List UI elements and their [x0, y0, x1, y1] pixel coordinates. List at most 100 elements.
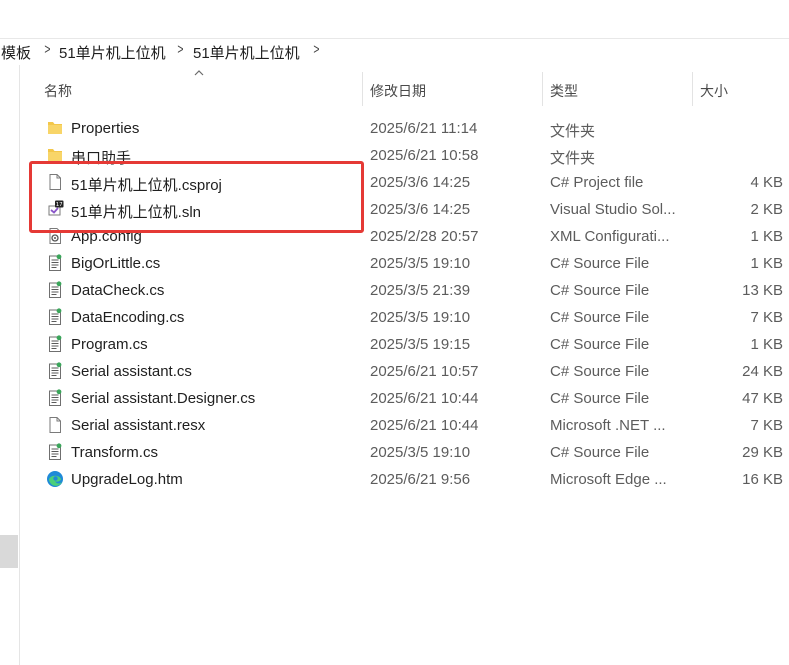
file-type: Visual Studio Sol...: [550, 201, 676, 218]
folder-icon: [46, 119, 64, 137]
file-type: C# Source File: [550, 363, 650, 380]
file-type: C# Source File: [550, 390, 650, 407]
column-divider[interactable]: [542, 72, 543, 106]
file-row[interactable]: UpgradeLog.htm 2025/6/21 9:56 Microsoft Ed…: [38, 466, 789, 493]
resx-file-icon: [46, 416, 64, 434]
file-modified-date: 2025/6/21 10:44: [370, 390, 479, 407]
file-size: 2 KB: [750, 201, 783, 218]
file-size: 1 KB: [750, 228, 783, 245]
csharp-file-icon: [46, 308, 64, 326]
file-row[interactable]: Transform.cs 2025/3/5 19:10 C# Source File…: [38, 439, 789, 466]
navigation-pane-selected-item[interactable]: [0, 535, 18, 568]
file-row[interactable]: 17 51单片机上位机.sln 2025/3/6 14:25 Visual Studi…: [38, 196, 789, 223]
file-name: DataEncoding.cs: [71, 309, 185, 326]
column-header-type[interactable]: 类型: [550, 81, 578, 101]
blank-file-icon: [46, 173, 64, 191]
file-name: 串口助手: [71, 150, 132, 167]
file-size: 13 KB: [742, 282, 783, 299]
file-modified-date: 2025/3/5 19:10: [370, 309, 471, 326]
window-top-area: [0, 0, 789, 38]
csharp-file-icon: [46, 335, 64, 353]
file-type: C# Source File: [550, 255, 650, 272]
file-name: Properties: [71, 120, 140, 137]
folder-icon: [46, 146, 64, 164]
file-row[interactable]: Serial assistant.resx 2025/6/21 10:44 Micr…: [38, 412, 789, 439]
edge-icon: [46, 470, 64, 488]
file-modified-date: 2025/6/21 9:56: [370, 471, 471, 488]
file-name: 51单片机上位机.sln: [71, 204, 202, 221]
file-row[interactable]: Serial assistant.Designer.cs 2025/6/21 10…: [38, 385, 789, 412]
file-size: 24 KB: [742, 363, 783, 380]
file-type: C# Source File: [550, 336, 650, 353]
file-modified-date: 2025/3/6 14:25: [370, 201, 471, 218]
breadcrumb-item[interactable]: 51单片机上位机: [59, 42, 166, 63]
csharp-file-icon: [46, 254, 64, 272]
file-name: Transform.cs: [71, 444, 158, 461]
file-type: 文件夹: [550, 123, 596, 140]
svg-text:17: 17: [56, 202, 63, 208]
file-type: C# Source File: [550, 444, 650, 461]
chevron-right-icon[interactable]: >: [177, 41, 183, 58]
chevron-right-icon[interactable]: >: [44, 41, 50, 58]
file-row[interactable]: DataCheck.cs 2025/3/5 21:39 C# Source File…: [38, 277, 789, 304]
file-row[interactable]: Serial assistant.cs 2025/6/21 10:57 C# Sou…: [38, 358, 789, 385]
file-size: 4 KB: [750, 174, 783, 191]
file-row[interactable]: BigOrLittle.cs 2025/3/5 19:10 C# Source Fi…: [38, 250, 789, 277]
file-row[interactable]: DataEncoding.cs 2025/3/5 19:10 C# Source F…: [38, 304, 789, 331]
file-size: 29 KB: [742, 444, 783, 461]
column-header-name[interactable]: 名称: [44, 81, 72, 101]
file-row[interactable]: Properties 2025/6/21 11:14 文件夹: [38, 115, 789, 142]
csharp-file-icon: [46, 389, 64, 407]
file-modified-date: 2025/6/21 10:57: [370, 363, 479, 380]
file-type: Microsoft Edge ...: [550, 471, 667, 488]
file-name: Program.cs: [71, 336, 148, 353]
file-name: DataCheck.cs: [71, 282, 165, 299]
file-name: BigOrLittle.cs: [71, 255, 161, 272]
file-name: Serial assistant.Designer.cs: [71, 390, 256, 407]
file-size: 47 KB: [742, 390, 783, 407]
file-row[interactable]: 51单片机上位机.csproj 2025/3/6 14:25 C# Project …: [38, 169, 789, 196]
file-row[interactable]: Program.cs 2025/3/5 19:15 C# Source File 1 …: [38, 331, 789, 358]
column-divider[interactable]: [362, 72, 363, 106]
navigation-pane[interactable]: [0, 65, 20, 665]
breadcrumb: 模板 > 51单片机上位机 > 51单片机上位机 >: [0, 38, 789, 65]
breadcrumb-item[interactable]: 51单片机上位机: [193, 42, 300, 63]
sort-ascending-icon: [194, 70, 204, 76]
file-name: App.config: [71, 228, 142, 245]
file-name: 51单片机上位机.csproj: [71, 177, 222, 194]
file-modified-date: 2025/3/5 19:10: [370, 255, 471, 272]
file-name: Serial assistant.resx: [71, 417, 206, 434]
file-modified-date: 2025/6/21 10:58: [370, 147, 479, 164]
file-type: C# Source File: [550, 309, 650, 326]
file-type: 文件夹: [550, 150, 596, 167]
column-header-date[interactable]: 修改日期: [370, 81, 426, 101]
file-name: UpgradeLog.htm: [71, 471, 183, 488]
csharp-file-icon: [46, 281, 64, 299]
file-size: 16 KB: [742, 471, 783, 488]
visual-studio-solution-icon: 17: [46, 200, 64, 218]
file-row[interactable]: App.config 2025/2/28 20:57 XML Configurati…: [38, 223, 789, 250]
file-type: Microsoft .NET ...: [550, 417, 666, 434]
file-modified-date: 2025/3/5 19:10: [370, 444, 471, 461]
file-modified-date: 2025/3/5 21:39: [370, 282, 471, 299]
file-type: C# Project file: [550, 174, 644, 191]
column-header-size[interactable]: 大小: [700, 81, 728, 101]
column-divider[interactable]: [692, 72, 693, 106]
file-modified-date: 2025/6/21 11:14: [370, 120, 478, 137]
file-modified-date: 2025/6/21 10:44: [370, 417, 479, 434]
csharp-file-icon: [46, 443, 64, 461]
file-name: Serial assistant.cs: [71, 363, 192, 380]
file-type: XML Configurati...: [550, 228, 670, 245]
csharp-file-icon: [46, 362, 64, 380]
file-size: 7 KB: [750, 309, 783, 326]
breadcrumb-item[interactable]: 模板: [1, 42, 31, 63]
config-file-icon: [46, 227, 64, 245]
file-size: 1 KB: [750, 336, 783, 353]
file-size: 7 KB: [750, 417, 783, 434]
file-modified-date: 2025/2/28 20:57: [370, 228, 479, 245]
chevron-right-icon[interactable]: >: [313, 41, 319, 58]
file-size: 1 KB: [750, 255, 783, 272]
file-modified-date: 2025/3/5 19:15: [370, 336, 471, 353]
file-modified-date: 2025/3/6 14:25: [370, 174, 471, 191]
file-row[interactable]: 串口助手 2025/6/21 10:58 文件夹: [38, 142, 789, 169]
